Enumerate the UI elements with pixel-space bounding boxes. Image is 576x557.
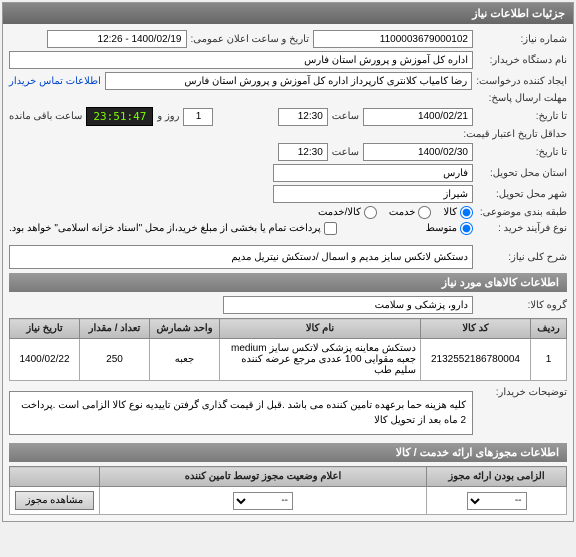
need-no-label: شماره نیاز: xyxy=(477,34,567,45)
th-qty: تعداد / مقدار xyxy=(80,319,150,339)
day-label: روز و xyxy=(157,111,179,122)
remain-label: ساعت باقی مانده xyxy=(9,111,82,122)
city-label: شهر محل تحویل: xyxy=(477,189,567,200)
cat-goods-label: کالا xyxy=(443,207,457,218)
group-label: گروه کالا: xyxy=(477,300,567,311)
requester-field: رضا کامیاب کلانتری کارپرداز اداره کل آمو… xyxy=(105,72,472,90)
panel-title: جزئیات اطلاعات نیاز xyxy=(3,3,573,24)
th-name: نام کالا xyxy=(220,319,421,339)
auth-header-row: الزامی بودن ارائه مجوز اعلام وضعیت مجوز … xyxy=(10,467,567,487)
min-valid-label: حداقل تاریخ اعتبار قیمت: xyxy=(457,129,567,140)
cat-service-label: خدمت xyxy=(389,207,416,218)
details-panel: جزئیات اطلاعات نیاز شماره نیاز: 11000036… xyxy=(2,2,574,522)
days-remain-field: 1 xyxy=(183,108,213,126)
requester-label: ایجاد کننده درخواست: xyxy=(476,76,567,87)
process-radio-input[interactable] xyxy=(460,222,473,235)
table-header-row: ردیف کد کالا نام کالا واحد شمارش تعداد /… xyxy=(10,319,567,339)
auth-mandatory-cell: -- xyxy=(427,487,567,515)
announce-label: تاریخ و ساعت اعلان عمومی: xyxy=(191,34,310,45)
category-label: طبقه بندی موضوعی: xyxy=(477,207,567,218)
cell-unit: جعبه xyxy=(150,339,220,381)
need-no-field: 1100003679000102 xyxy=(313,30,473,48)
deadline-label: مهلت ارسال پاسخ: xyxy=(477,93,567,104)
buyer-notes-label: توضیحات خریدار: xyxy=(477,387,567,398)
category-radio-group: کالا خدمت کالا/خدمت xyxy=(318,206,473,219)
status-select[interactable]: -- xyxy=(233,492,293,510)
cat-service-input[interactable] xyxy=(418,206,431,219)
cell-qty: 250 xyxy=(80,339,150,381)
cell-name: دستکش معاینه پزشکی لاتکس سایز medium جعب… xyxy=(220,339,421,381)
th-status: اعلام وضعیت مجوز توسط تامین کننده xyxy=(100,467,427,487)
payment-check[interactable]: پرداخت تمام یا بخشی از مبلغ خرید،از محل … xyxy=(9,222,337,235)
desc-label: شرح کلی نیاز: xyxy=(477,252,567,263)
process-opt1: متوسط xyxy=(426,223,457,234)
province-field: فارس xyxy=(273,164,473,182)
th-need-date: تاریخ نیاز xyxy=(10,319,80,339)
time-label-2: ساعت xyxy=(332,147,359,158)
th-code: کد کالا xyxy=(421,319,531,339)
auth-action-cell: مشاهده مجوز xyxy=(10,487,100,515)
countdown-timer: 23:51:47 xyxy=(86,107,153,126)
auth-row: -- -- مشاهده مجوز xyxy=(10,487,567,515)
to-date-label: تا تاریخ: xyxy=(477,111,567,122)
min-valid-time-field: 12:30 xyxy=(278,143,328,161)
mandatory-select[interactable]: -- xyxy=(467,492,527,510)
to-date-label-2: تا تاریخ: xyxy=(477,147,567,158)
process-label: نوع فرآیند خرید : xyxy=(477,223,567,234)
th-row: ردیف xyxy=(531,319,567,339)
th-action xyxy=(10,467,100,487)
buyer-org-label: نام دستگاه خریدار: xyxy=(477,55,567,66)
items-table: ردیف کد کالا نام کالا واحد شمارش تعداد /… xyxy=(9,318,567,381)
items-subheader: اطلاعات کالاهای مورد نیاز xyxy=(9,273,567,292)
announce-field: 1400/02/19 - 12:26 xyxy=(47,30,187,48)
cat-goods-service-radio[interactable]: کالا/خدمت xyxy=(318,206,377,219)
th-unit: واحد شمارش xyxy=(150,319,220,339)
cell-row: 1 xyxy=(531,339,567,381)
desc-field: دستکش لاتکس سایز مدیم و اسمال /دستکش نیت… xyxy=(9,245,473,269)
cat-goods-service-label: کالا/خدمت xyxy=(318,207,361,218)
th-mandatory: الزامی بودن ارائه مجوز xyxy=(427,467,567,487)
process-radio[interactable]: متوسط xyxy=(426,222,473,235)
auth-status-cell: -- xyxy=(100,487,427,515)
buyer-notes-box: کلیه هزینه حما برعهده تامین کننده می باش… xyxy=(9,391,473,435)
view-auth-button[interactable]: مشاهده مجوز xyxy=(15,491,94,510)
time-label-1: ساعت xyxy=(332,111,359,122)
payment-checkbox[interactable] xyxy=(324,222,337,235)
group-field: دارو، پزشکی و سلامت xyxy=(223,296,473,314)
cat-goods-service-input[interactable] xyxy=(364,206,377,219)
cell-need-date: 1400/02/22 xyxy=(10,339,80,381)
deadline-time-field: 12:30 xyxy=(278,108,328,126)
cat-service-radio[interactable]: خدمت xyxy=(389,206,432,219)
deadline-date-field: 1400/02/21 xyxy=(363,108,473,126)
cell-code: 2132552186780004 xyxy=(421,339,531,381)
cat-goods-input[interactable] xyxy=(460,206,473,219)
auth-subheader: اطلاعات مجوزهای ارائه خدمت / کالا xyxy=(9,443,567,462)
payment-note: پرداخت تمام یا بخشی از مبلغ خرید،از محل … xyxy=(9,223,321,234)
auth-table: الزامی بودن ارائه مجوز اعلام وضعیت مجوز … xyxy=(9,466,567,515)
buyer-org-field: اداره کل آموزش و پرورش استان فارس xyxy=(9,51,473,69)
table-row[interactable]: 1 2132552186780004 دستکش معاینه پزشکی لا… xyxy=(10,339,567,381)
form-body: شماره نیاز: 1100003679000102 تاریخ و ساع… xyxy=(3,24,573,521)
min-valid-date-field: 1400/02/30 xyxy=(363,143,473,161)
contact-link[interactable]: اطلاعات تماس خریدار xyxy=(9,76,101,87)
cat-goods-radio[interactable]: کالا xyxy=(443,206,473,219)
province-label: استان محل تحویل: xyxy=(477,168,567,179)
city-field: شیراز xyxy=(273,185,473,203)
